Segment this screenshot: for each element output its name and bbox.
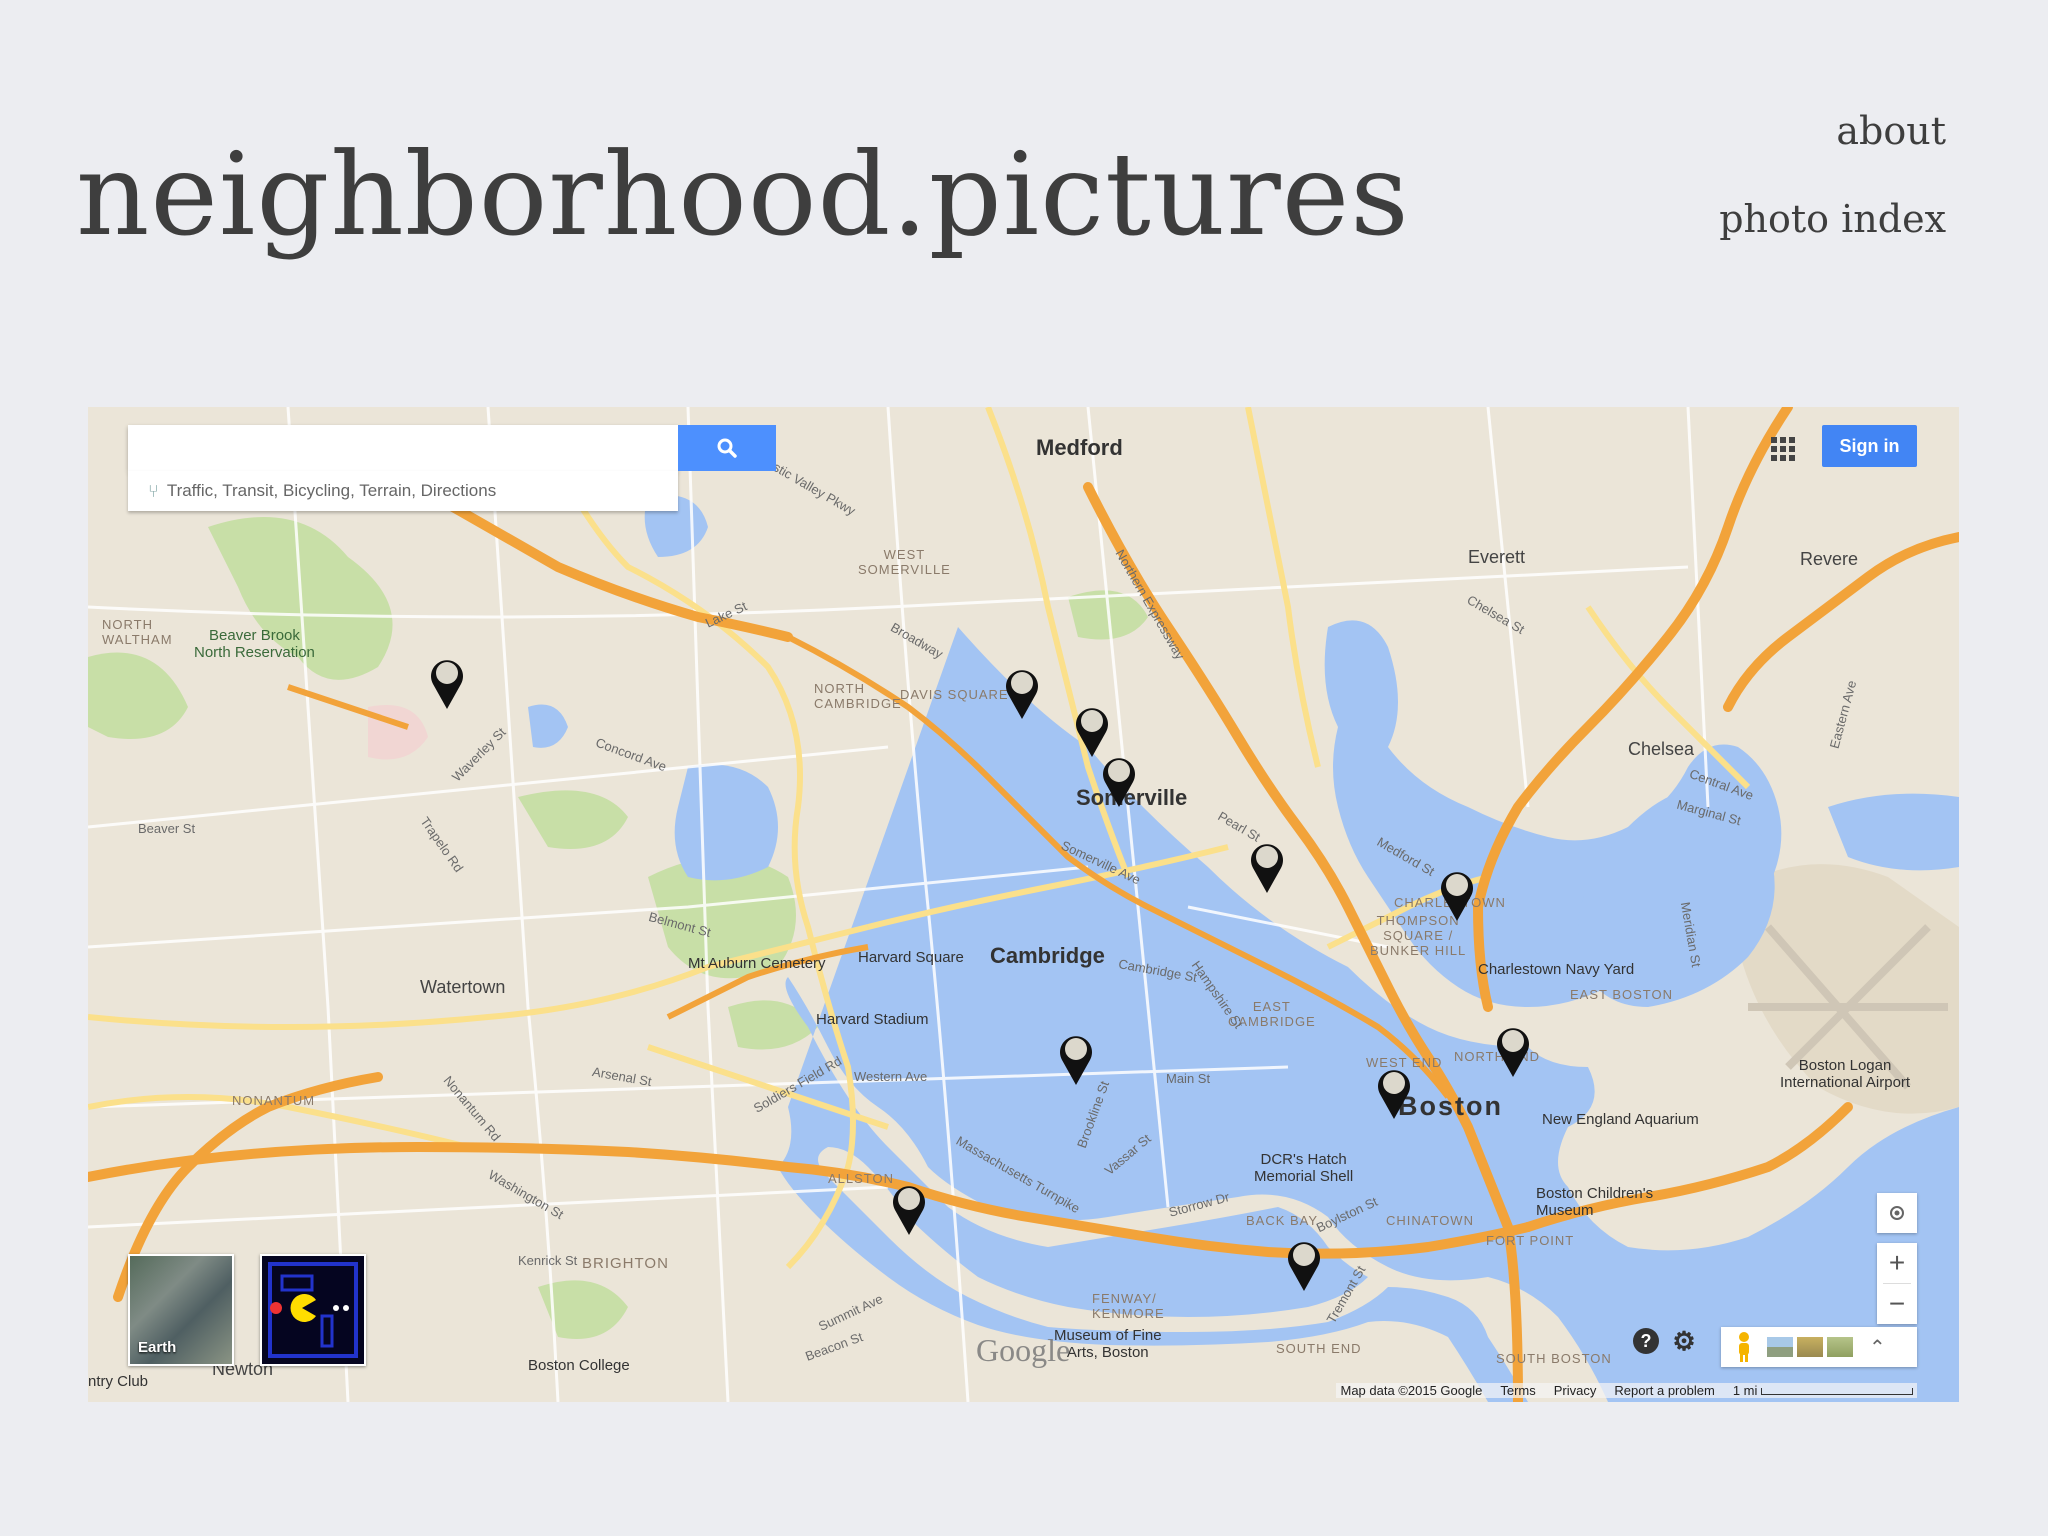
label-back-bay: BACK BAY [1246,1213,1319,1228]
label-childrens-museum: Boston Children's Museum [1536,1185,1654,1219]
label-north-waltham: NORTH WALTHAM [102,617,173,647]
directions-icon: ⑂ [148,480,159,501]
apps-grid-icon[interactable] [1771,437,1795,461]
label-harvard-stadium: Harvard Stadium [816,1011,929,1028]
label-south-end: SOUTH END [1276,1341,1362,1356]
label-harvard-square: Harvard Square [858,949,964,966]
map-footer: Map data ©2015 Google Terms Privacy Repo… [1336,1383,1917,1398]
imagery-thumb-2[interactable] [1797,1337,1823,1357]
label-hatch-shell: DCR's Hatch Memorial Shell [1254,1151,1354,1185]
layers-bar: ⌃ [1721,1327,1917,1367]
map-search-button[interactable] [678,425,776,471]
map-search-suggest[interactable]: ⑂ Traffic, Transit, Bicycling, Terrain, … [128,471,678,511]
photo-pin-marker-icon[interactable] [1247,838,1287,894]
pond [528,704,568,748]
label-charlestown-navy: Charlestown Navy Yard [1478,961,1635,978]
photo-pin-marker-icon[interactable] [1493,1022,1533,1078]
suggest-text: Traffic, Transit, Bicycling, Terrain, Di… [166,481,497,500]
search-icon [717,438,737,458]
map-view[interactable]: Medford Everett Revere Chelsea Somervill… [88,407,1959,1402]
label-main-st: Main St [1166,1071,1211,1086]
label-allston: ALLSTON [828,1171,895,1186]
earth-label: Earth [138,1339,177,1356]
label-boston-college: Boston College [528,1357,630,1374]
earth-view-thumbnail[interactable]: Earth [128,1254,234,1366]
label-everett: Everett [1468,547,1526,567]
my-location-control[interactable] [1877,1193,1917,1233]
label-cambridge: Cambridge [990,943,1105,968]
map-data-attribution: Map data ©2015 Google [1340,1383,1483,1398]
label-brighton: BRIGHTON [582,1255,669,1272]
terms-link[interactable]: Terms [1500,1383,1535,1398]
photo-pin-marker-icon[interactable] [427,654,467,710]
label-chelsea: Chelsea [1628,739,1695,759]
pegman-icon[interactable] [1733,1331,1755,1363]
park-area [88,652,188,739]
label-aquarium: New England Aquarium [1542,1111,1699,1128]
label-fort-point: FORT POINT [1486,1233,1575,1248]
label-mt-auburn: Mt Auburn Cemetery [688,955,826,972]
expand-chevron-icon[interactable]: ⌃ [1869,1335,1886,1359]
scale-label: 1 mi [1733,1383,1913,1398]
zoom-out-button[interactable]: − [1877,1284,1917,1324]
imagery-thumb-1[interactable] [1767,1337,1793,1357]
site-title[interactable]: neighborhood.pictures [76,138,1410,252]
photo-pin-marker-icon[interactable] [1099,752,1139,808]
fresh-pond [674,764,778,881]
my-location-button[interactable] [1877,1193,1917,1233]
imagery-thumb-3[interactable] [1827,1337,1853,1357]
label-country-club: ntry Club [88,1373,149,1390]
label-kenrick-st: Kenrick St [518,1253,578,1268]
label-beaver-st: Beaver St [138,821,196,836]
label-western-ave: Western Ave [854,1069,928,1084]
google-logo: Google [976,1332,1071,1368]
label-logan-airport: Boston Logan International Airport [1780,1057,1911,1091]
label-nonantum: NONANTUM [232,1093,316,1108]
photo-pin-marker-icon[interactable] [1374,1064,1414,1120]
sign-in-button[interactable]: Sign in [1822,425,1917,467]
photo-pin-marker-icon[interactable] [1056,1030,1096,1086]
label-south-boston: SOUTH BOSTON [1496,1351,1612,1366]
zoom-control: + − [1877,1243,1917,1324]
report-problem-link[interactable]: Report a problem [1614,1383,1714,1398]
pacman-icon [268,1262,358,1358]
photo-pin-marker-icon[interactable] [1437,866,1477,922]
label-beaver-brook: Beaver Brook North Reservation [194,627,315,661]
settings-gear-icon[interactable]: ⚙ [1671,1326,1697,1356]
label-medford: Medford [1036,435,1123,460]
label-davis-square: DAVIS SQUARE [900,687,1009,702]
label-chinatown: CHINATOWN [1386,1213,1474,1228]
help-icon[interactable]: ? [1633,1328,1659,1354]
zoom-in-button[interactable]: + [1877,1243,1917,1283]
nav-photo-index-link[interactable]: photo index [1719,200,1946,238]
location-target-icon [1890,1206,1904,1220]
site-nav: about photo index [1719,112,1946,238]
label-revere: Revere [1800,549,1859,569]
label-north-cambridge: NORTH CAMBRIDGE [814,681,902,711]
pacman-thumbnail[interactable] [260,1254,366,1366]
privacy-link[interactable]: Privacy [1554,1383,1597,1398]
nav-about-link[interactable]: about [1719,112,1946,150]
photo-pin-marker-icon[interactable] [1002,664,1042,720]
label-watertown: Watertown [420,977,506,997]
photo-pin-marker-icon[interactable] [1284,1236,1324,1292]
revere-water [1828,793,1959,871]
photo-pin-marker-icon[interactable] [889,1180,929,1236]
label-east-boston: EAST BOSTON [1570,987,1673,1002]
map-search-input[interactable] [128,425,676,469]
photo-pin-marker-icon[interactable] [1072,702,1112,758]
label-west-somerville: WEST SOMERVILLE [858,547,951,577]
label-fenway: FENWAY/ KENMORE [1092,1291,1165,1321]
map-search-box [128,425,678,471]
park-area [518,790,628,849]
